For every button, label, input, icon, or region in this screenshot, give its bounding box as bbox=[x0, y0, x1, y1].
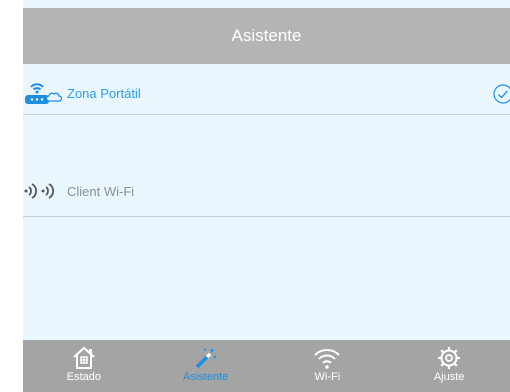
tab-asistente[interactable]: Asistente bbox=[145, 340, 267, 392]
tab-ajuste[interactable]: Ajuste bbox=[388, 340, 510, 392]
tab-label-wifi: Wi-Fi bbox=[314, 371, 341, 383]
tab-wifi[interactable]: Wi-Fi bbox=[267, 340, 389, 392]
tab-estado[interactable]: Estado bbox=[23, 340, 145, 392]
tab-label-estado: Estado bbox=[66, 371, 101, 383]
home-icon bbox=[71, 346, 97, 370]
header-bar: Asistente bbox=[23, 8, 510, 64]
app-window: Asistente Zona Portátil Client Wi-Fi Est… bbox=[23, 0, 510, 392]
tab-label-ajuste: Ajuste bbox=[433, 371, 465, 383]
magic-wand-icon bbox=[193, 346, 219, 370]
mode-option-client[interactable]: Client Wi-Fi bbox=[23, 166, 510, 217]
mode-label-hotspot: Zona Portátil bbox=[67, 85, 141, 101]
mode-option-hotspot[interactable]: Zona Portátil bbox=[23, 72, 510, 115]
bottom-tab-bar: Estado Asistente Wi-Fi Ajuste bbox=[23, 340, 510, 392]
wifi-icon bbox=[312, 346, 342, 370]
selected-check-icon bbox=[493, 84, 510, 104]
mode-label-client: Client Wi-Fi bbox=[67, 183, 135, 199]
gear-icon bbox=[436, 346, 462, 370]
signal-waves-icon bbox=[23, 179, 63, 203]
router-cloud-icon bbox=[23, 78, 63, 108]
tab-label-asistente: Asistente bbox=[183, 371, 229, 383]
page-title: Asistente bbox=[231, 26, 302, 45]
